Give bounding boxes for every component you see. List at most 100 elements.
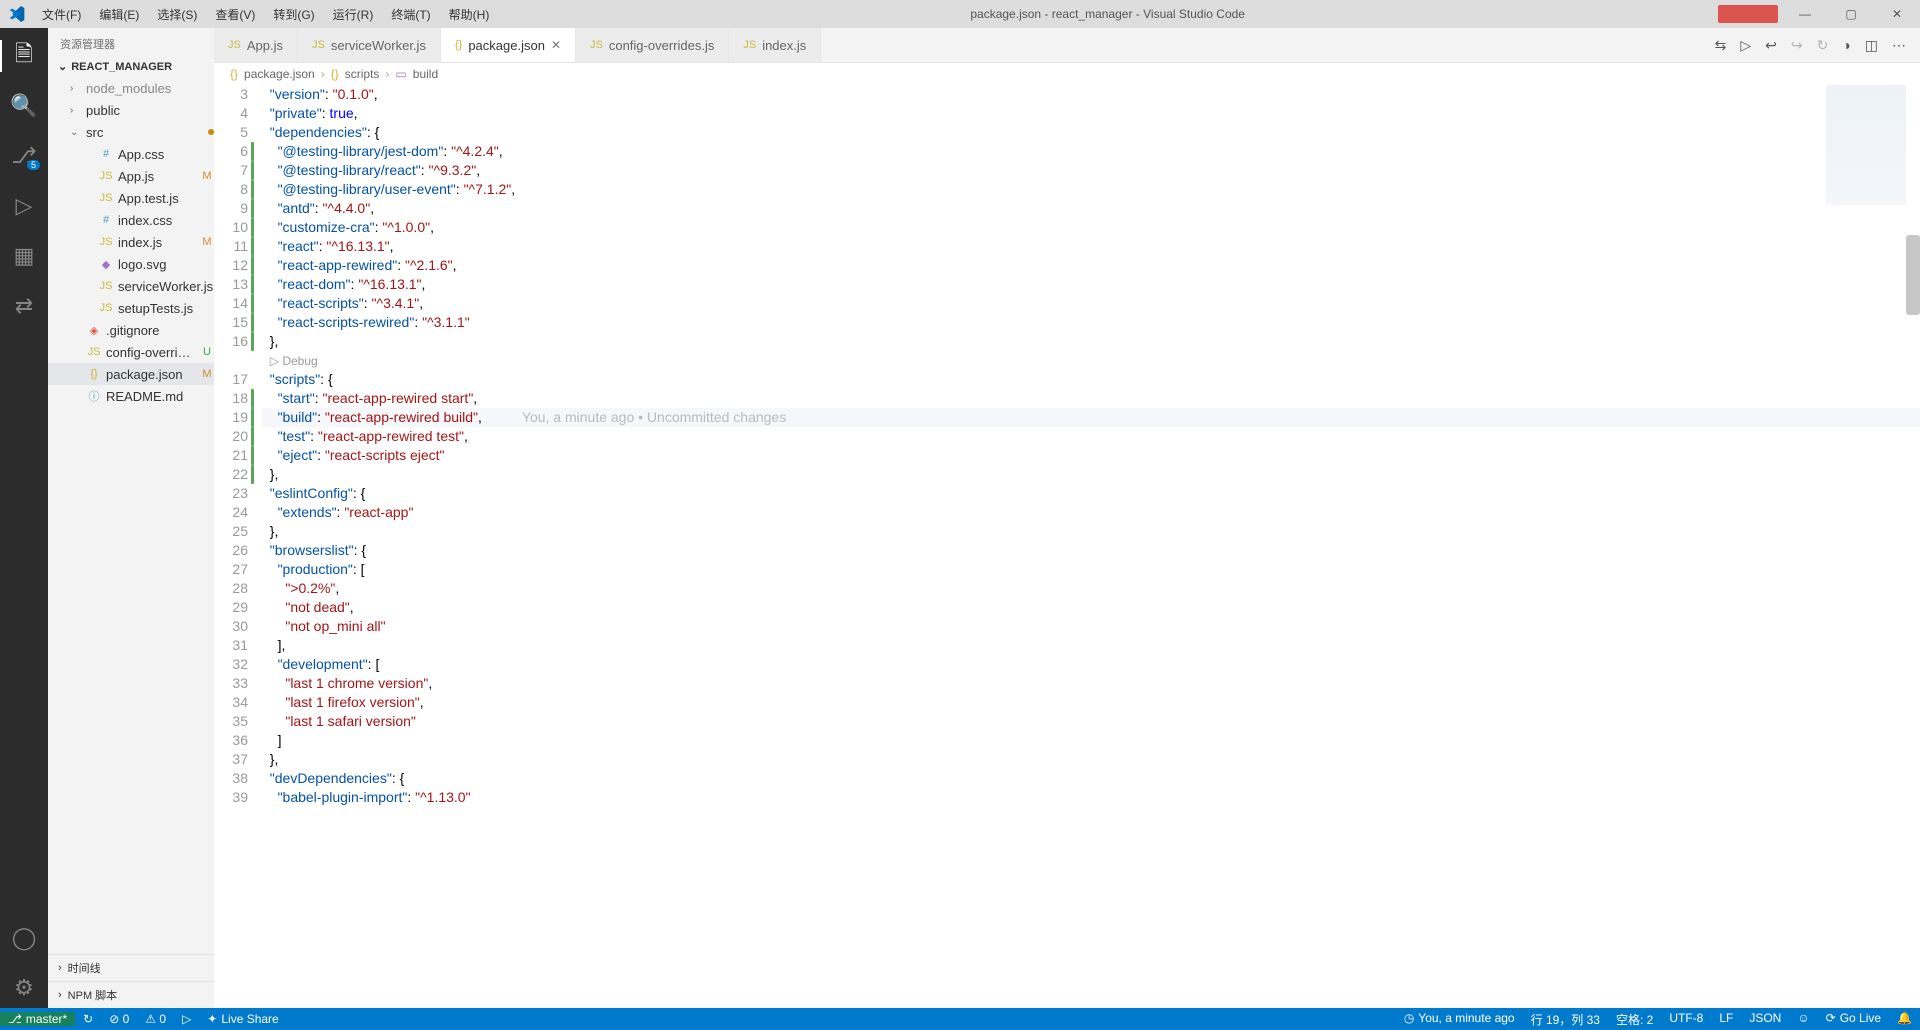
file-item[interactable]: ⓘREADME.md bbox=[48, 385, 214, 407]
minimize-button[interactable]: — bbox=[1782, 7, 1828, 21]
scrollbar[interactable] bbox=[1906, 235, 1920, 315]
menu-item[interactable]: 查看(V) bbox=[207, 2, 263, 27]
code-line[interactable]: "@testing-library/user-event": "^7.1.2", bbox=[262, 180, 1920, 199]
more-actions-icon[interactable]: ⋯ bbox=[1892, 37, 1906, 54]
file-item[interactable]: JSserviceWorker.js bbox=[48, 275, 214, 297]
file-item[interactable]: ◆logo.svg bbox=[48, 253, 214, 275]
source-control-icon[interactable]: ⎇5 bbox=[0, 136, 48, 176]
code-line[interactable]: "babel-plugin-import": "^1.13.0" bbox=[262, 788, 1920, 807]
menu-item[interactable]: 运行(R) bbox=[325, 2, 382, 27]
file-item[interactable]: JSconfig-overrides.jsU bbox=[48, 341, 214, 363]
file-item[interactable]: ◈.gitignore bbox=[48, 319, 214, 341]
folder-item[interactable]: ⌄src bbox=[48, 121, 214, 143]
file-item[interactable]: JSApp.jsM bbox=[48, 165, 214, 187]
code-lines[interactable]: "version": "0.1.0", "private": true, "de… bbox=[262, 85, 1920, 1008]
code-line[interactable]: "eslintConfig": { bbox=[262, 484, 1920, 503]
menu-item[interactable]: 转到(G) bbox=[265, 2, 322, 27]
split-editor-icon[interactable]: ◫ bbox=[1865, 37, 1878, 54]
search-icon[interactable]: 🔍 bbox=[0, 86, 48, 126]
editor-tab[interactable]: {}package.json✕ bbox=[441, 28, 576, 62]
extensions-icon[interactable]: ▦ bbox=[0, 236, 48, 276]
code-line[interactable]: "eject": "react-scripts eject" bbox=[262, 446, 1920, 465]
maximize-button[interactable]: ▢ bbox=[1828, 7, 1874, 21]
minimap[interactable] bbox=[1826, 85, 1906, 205]
gitlens-blame[interactable]: ◷ You, a minute ago bbox=[1396, 1011, 1523, 1025]
code-line[interactable]: "start": "react-app-rewired start", bbox=[262, 389, 1920, 408]
code-line[interactable]: }, bbox=[262, 332, 1920, 351]
last-edit-icon[interactable]: ↻ bbox=[1817, 37, 1829, 54]
settings-gear-icon[interactable]: ⚙ bbox=[0, 968, 48, 1008]
menu-item[interactable]: 选择(S) bbox=[149, 2, 205, 27]
menu-item[interactable]: 帮助(H) bbox=[441, 2, 498, 27]
menu-item[interactable]: 编辑(E) bbox=[91, 2, 147, 27]
code-line[interactable]: "scripts": { bbox=[262, 370, 1920, 389]
menu-item[interactable]: 终端(T) bbox=[383, 2, 438, 27]
code-line[interactable]: "react": "^16.13.1", bbox=[262, 237, 1920, 256]
code-line[interactable]: ">0.2%", bbox=[262, 579, 1920, 598]
code-line[interactable]: "version": "0.1.0", bbox=[262, 85, 1920, 104]
npm-scripts-panel[interactable]: ›NPM 脚本 bbox=[48, 981, 214, 1008]
go-live[interactable]: ⟳ Go Live bbox=[1818, 1011, 1889, 1025]
code-line[interactable]: ], bbox=[262, 636, 1920, 655]
code-line[interactable]: ] bbox=[262, 731, 1920, 750]
code-line[interactable]: }, bbox=[262, 465, 1920, 484]
language-mode[interactable]: JSON bbox=[1741, 1011, 1789, 1025]
compare-icon[interactable]: ⇆ bbox=[1715, 37, 1727, 54]
warnings-count[interactable]: ⚠ 0 bbox=[137, 1012, 174, 1026]
code-line[interactable]: "customize-cra": "^1.0.0", bbox=[262, 218, 1920, 237]
feedback-icon[interactable]: ☺ bbox=[1789, 1011, 1817, 1025]
project-header[interactable]: ⌄REACT_MANAGER bbox=[48, 56, 214, 77]
code-line[interactable]: "production": [ bbox=[262, 560, 1920, 579]
encoding[interactable]: UTF-8 bbox=[1661, 1011, 1711, 1025]
code-lens[interactable]: ▷ Debug bbox=[262, 351, 1920, 370]
eol[interactable]: LF bbox=[1711, 1011, 1741, 1025]
git-branch[interactable]: ⎇ master* bbox=[0, 1012, 75, 1026]
file-item[interactable]: {}package.jsonM bbox=[48, 363, 214, 385]
code-line[interactable]: "@testing-library/jest-dom": "^4.2.4", bbox=[262, 142, 1920, 161]
folder-item[interactable]: ›node_modules bbox=[48, 77, 214, 99]
code-line[interactable]: "devDependencies": { bbox=[262, 769, 1920, 788]
code-line[interactable]: "react-scripts-rewired": "^3.1.1" bbox=[262, 313, 1920, 332]
menu-item[interactable]: 文件(F) bbox=[34, 2, 89, 27]
errors-count[interactable]: ⊘ 0 bbox=[101, 1012, 137, 1026]
timeline-panel[interactable]: ›时间线 bbox=[48, 954, 214, 981]
go-forward-icon[interactable]: ↪ bbox=[1791, 37, 1803, 54]
code-line[interactable]: "react-app-rewired": "^2.1.6", bbox=[262, 256, 1920, 275]
code-line[interactable]: "private": true, bbox=[262, 104, 1920, 123]
remote-icon[interactable]: ⇄ bbox=[0, 286, 48, 326]
close-tab-icon[interactable]: ✕ bbox=[551, 38, 561, 52]
indentation[interactable]: 空格: 2 bbox=[1608, 1011, 1661, 1028]
go-back-icon[interactable]: ↩ bbox=[1765, 37, 1777, 54]
editor-tab[interactable]: JSApp.js bbox=[214, 28, 298, 62]
code-line[interactable]: "browserslist": { bbox=[262, 541, 1920, 560]
code-line[interactable]: "last 1 firefox version", bbox=[262, 693, 1920, 712]
code-line[interactable]: "not dead", bbox=[262, 598, 1920, 617]
code-line[interactable]: "react-scripts": "^3.4.1", bbox=[262, 294, 1920, 313]
file-item[interactable]: JSindex.jsM bbox=[48, 231, 214, 253]
code-line[interactable]: "last 1 safari version" bbox=[262, 712, 1920, 731]
code-line[interactable]: "react-dom": "^16.13.1", bbox=[262, 275, 1920, 294]
notifications-bell-icon[interactable]: 🔔 bbox=[1889, 1011, 1920, 1025]
code-line[interactable]: "@testing-library/react": "^9.3.2", bbox=[262, 161, 1920, 180]
run-debug-icon[interactable]: ▷ bbox=[0, 186, 48, 226]
debug-start[interactable]: ▷ bbox=[174, 1012, 199, 1026]
file-item[interactable]: JSsetupTests.js bbox=[48, 297, 214, 319]
code-line[interactable]: }, bbox=[262, 522, 1920, 541]
code-line[interactable]: }, bbox=[262, 750, 1920, 769]
code-line[interactable]: "extends": "react-app" bbox=[262, 503, 1920, 522]
folder-item[interactable]: ›public bbox=[48, 99, 214, 121]
breadcrumbs[interactable]: {} package.json › {} scripts › ▭ build bbox=[214, 63, 1920, 85]
close-button[interactable]: ✕ bbox=[1874, 7, 1920, 21]
sync-button[interactable]: ↻ bbox=[75, 1012, 101, 1026]
file-item[interactable]: #index.css bbox=[48, 209, 214, 231]
editor-tab[interactable]: JSindex.js bbox=[729, 28, 821, 62]
explorer-icon[interactable]: 🗎 bbox=[0, 36, 48, 76]
cursor-position[interactable]: 行 19，列 33 bbox=[1523, 1011, 1608, 1028]
code-line[interactable]: "dependencies": { bbox=[262, 123, 1920, 142]
file-item[interactable]: #App.css bbox=[48, 143, 214, 165]
code-line[interactable]: "test": "react-app-rewired test", bbox=[262, 427, 1920, 446]
code-line[interactable]: "build": "react-app-rewired build",You, … bbox=[262, 408, 1920, 427]
run-icon[interactable]: ▷ bbox=[1740, 37, 1751, 54]
preview-icon[interactable]: ◑ bbox=[1842, 37, 1850, 53]
code-line[interactable]: "development": [ bbox=[262, 655, 1920, 674]
